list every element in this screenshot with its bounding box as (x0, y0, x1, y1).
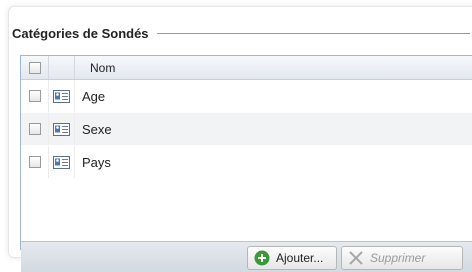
select-all-checkbox[interactable] (28, 61, 41, 74)
header-name-cell[interactable]: Nom (75, 56, 472, 79)
header-select-cell (21, 56, 49, 79)
grid-toolbar: Ajouter... Supprimer (21, 241, 472, 272)
row-icon-cell (49, 113, 75, 145)
grid-header: Nom (21, 56, 472, 80)
id-card-icon (53, 155, 70, 169)
panel-title: Catégories de Sondés (12, 25, 149, 41)
legend-divider (156, 33, 470, 34)
delete-button[interactable]: Supprimer (341, 246, 463, 270)
row-name: Age (82, 88, 106, 104)
row-checkbox[interactable] (28, 156, 41, 168)
delete-button-label: Supprimer (370, 251, 426, 265)
add-button-label: Ajouter... (276, 251, 324, 265)
table-row[interactable]: Sexe (21, 113, 472, 145)
row-name: Sexe (82, 121, 112, 137)
table-row[interactable]: Pays (21, 146, 472, 178)
table-row[interactable]: Age (21, 80, 472, 112)
header-icon-cell (49, 56, 75, 79)
categories-grid: Nom Age Sexe Pays Ajouter... Supprimer (20, 55, 472, 272)
fieldset-legend: Catégories de Sondés (12, 24, 470, 42)
row-select-cell (21, 113, 49, 145)
add-button[interactable]: Ajouter... (247, 246, 337, 270)
row-select-cell (21, 80, 49, 112)
row-icon-cell (49, 146, 75, 178)
row-select-cell (21, 146, 49, 178)
row-icon-cell (49, 80, 75, 112)
row-checkbox[interactable] (28, 90, 41, 102)
close-icon (349, 251, 363, 265)
add-icon (254, 250, 270, 266)
row-checkbox[interactable] (28, 123, 41, 135)
id-card-icon (53, 89, 70, 103)
row-name: Pays (82, 154, 111, 170)
id-card-icon (53, 122, 70, 136)
